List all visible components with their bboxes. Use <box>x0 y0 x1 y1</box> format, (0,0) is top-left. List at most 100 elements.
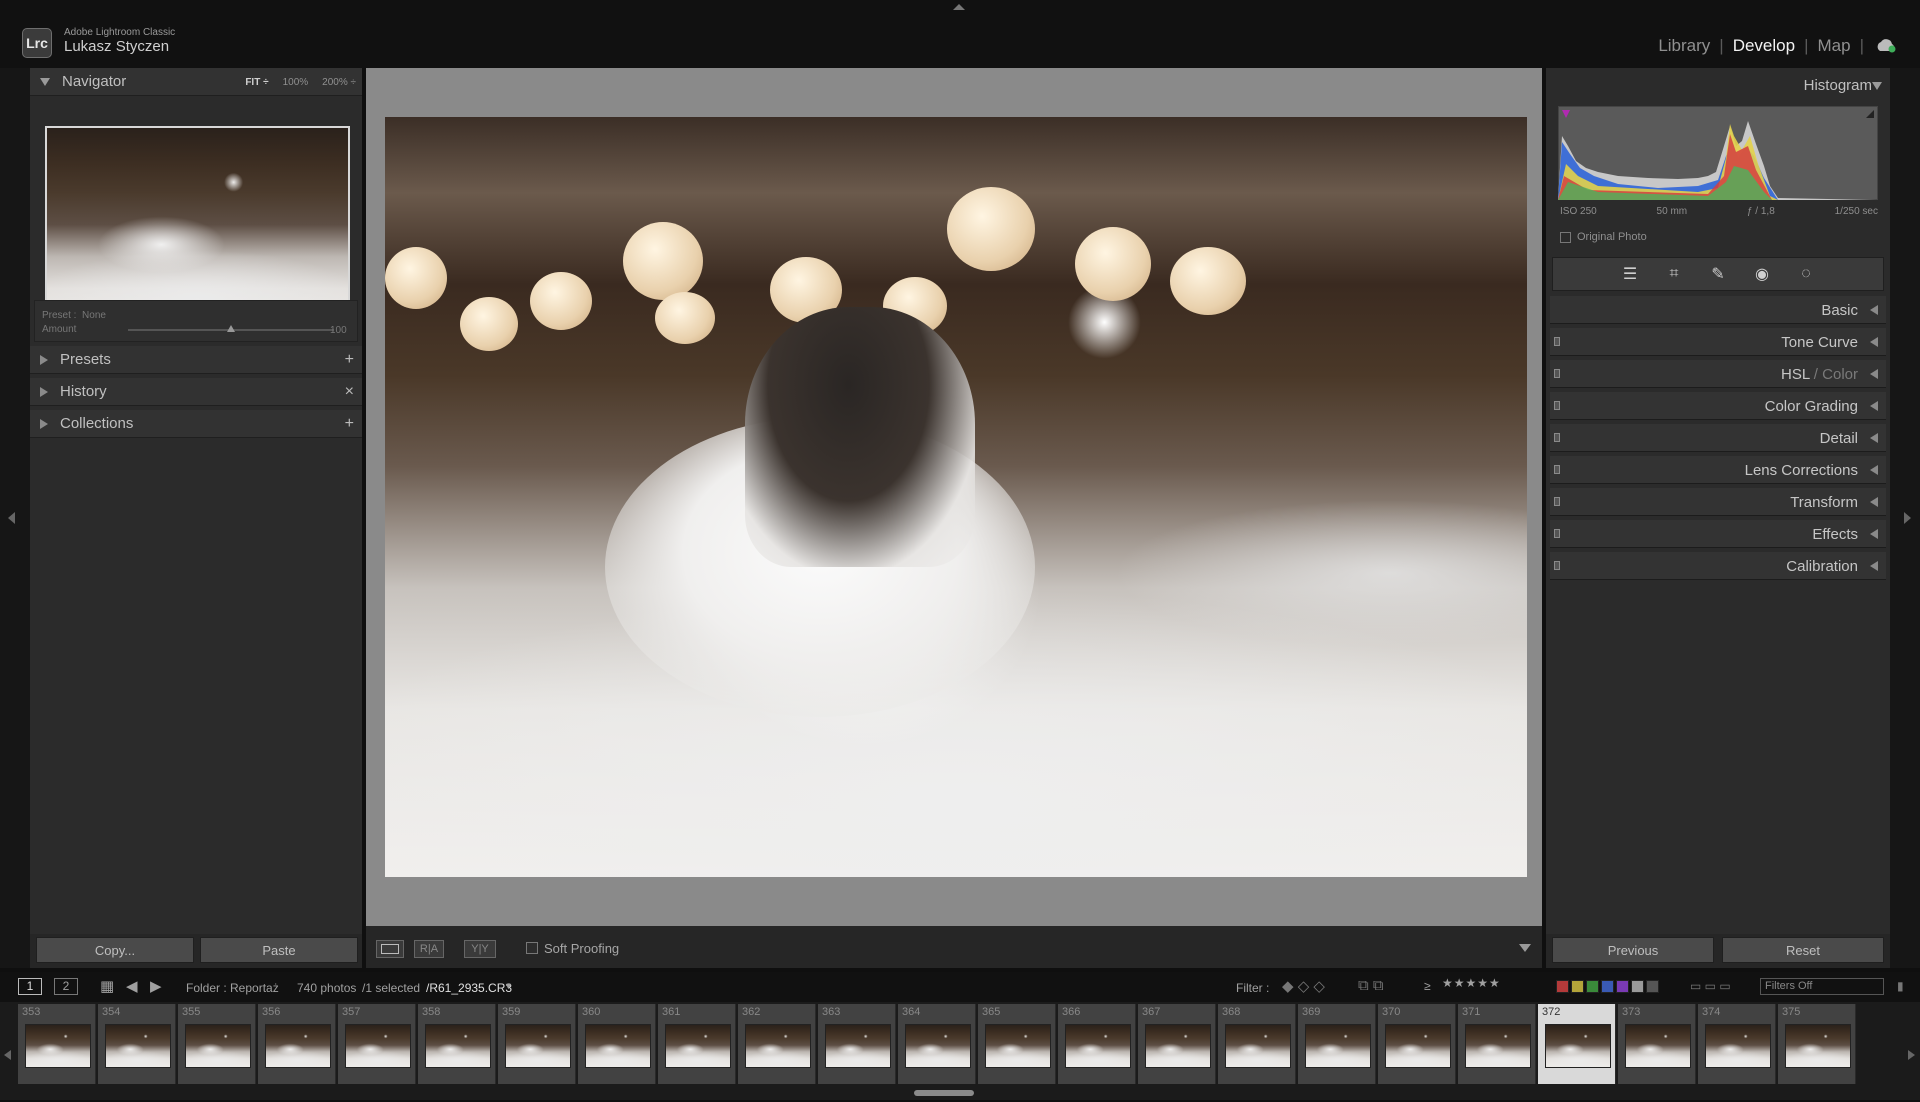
loupe-view-button[interactable] <box>376 940 404 958</box>
history-header[interactable]: History × <box>30 378 362 406</box>
red-eye-icon[interactable]: ◉ <box>1752 264 1772 284</box>
section-detail[interactable]: Detail <box>1550 424 1886 452</box>
sliders-icon[interactable]: ☰ <box>1620 264 1640 284</box>
crop-icon[interactable]: ⌗ <box>1664 264 1684 284</box>
current-file-name[interactable]: /R61_2935.CR3 <box>426 981 512 995</box>
filters-off-select[interactable]: Filters Off <box>1760 978 1884 995</box>
edit-filter-icons[interactable]: ⧉ ⧉ <box>1358 977 1384 994</box>
filmstrip-scroll-right-icon[interactable] <box>1908 1050 1915 1060</box>
before-after-button[interactable]: R|A <box>414 940 444 958</box>
zoom-100[interactable]: 100% <box>283 77 309 88</box>
filmstrip-cell[interactable]: 366 <box>1058 1004 1136 1084</box>
filmstrip-cell[interactable]: 370 <box>1378 1004 1456 1084</box>
histogram-collapse-icon[interactable] <box>1872 82 1882 90</box>
toolbar-menu-icon[interactable] <box>1519 944 1531 952</box>
section-lens-corrections[interactable]: Lens Corrections <box>1550 456 1886 484</box>
before-after-split-button[interactable]: Y|Y <box>464 940 496 958</box>
zoom-fit[interactable]: FIT ÷ <box>245 77 268 88</box>
filmstrip-scroll-left-icon[interactable] <box>4 1050 11 1060</box>
section-tone-curve[interactable]: Tone Curve <box>1550 328 1886 356</box>
original-photo-checkbox[interactable] <box>1560 232 1571 243</box>
presets-header[interactable]: Presets + <box>30 346 362 374</box>
rating-operator[interactable]: ≥ <box>1424 979 1431 993</box>
filmstrip-cell[interactable]: 357 <box>338 1004 416 1084</box>
filter-lock-icon[interactable]: ▮ <box>1897 979 1904 993</box>
filmstrip-cell[interactable]: 356 <box>258 1004 336 1084</box>
custom-filter-icons[interactable]: ▭ ▭ ▭ <box>1690 979 1731 993</box>
filmstrip-cell[interactable]: 362 <box>738 1004 816 1084</box>
collapse-right-panel-icon[interactable] <box>1904 512 1911 524</box>
section-effects[interactable]: Effects <box>1550 520 1886 548</box>
section-color-grading[interactable]: Color Grading <box>1550 392 1886 420</box>
filmstrip-cell[interactable]: 361 <box>658 1004 736 1084</box>
panel-switch-icon[interactable] <box>1554 337 1560 346</box>
forward-arrow-icon[interactable]: ▶ <box>150 977 162 995</box>
add-collection-icon[interactable]: + <box>345 415 354 433</box>
filmstrip-cell[interactable]: 368 <box>1218 1004 1296 1084</box>
filmstrip-cell[interactable]: 364 <box>898 1004 976 1084</box>
healing-bandage-icon[interactable]: ✎ <box>1708 264 1728 284</box>
color-label-swatch[interactable] <box>1571 980 1584 993</box>
filmstrip-cell[interactable]: 354 <box>98 1004 176 1084</box>
section-color-label[interactable]: / Color <box>1810 366 1858 383</box>
filmstrip-cell[interactable]: 360 <box>578 1004 656 1084</box>
panel-switch-icon[interactable] <box>1554 561 1560 570</box>
filmstrip-cell[interactable]: 371 <box>1458 1004 1536 1084</box>
shadow-clipping-icon[interactable] <box>1562 110 1570 118</box>
rating-filter-stars[interactable]: ★★★★★ <box>1442 976 1501 990</box>
panel-switch-icon[interactable] <box>1554 433 1560 442</box>
reset-button[interactable]: Reset <box>1722 937 1884 963</box>
filmstrip-cell[interactable]: 372 <box>1538 1004 1616 1084</box>
section-basic[interactable]: Basic <box>1550 296 1886 324</box>
clear-history-icon[interactable]: × <box>345 383 354 401</box>
panel-switch-icon[interactable] <box>1554 497 1560 506</box>
highlight-clipping-icon[interactable] <box>1866 110 1874 118</box>
panel-switch-icon[interactable] <box>1554 529 1560 538</box>
amount-slider-knob[interactable] <box>227 325 235 332</box>
filmstrip-cell[interactable]: 365 <box>978 1004 1056 1084</box>
filmstrip-cell[interactable]: 363 <box>818 1004 896 1084</box>
masking-icon[interactable]: ◌ <box>1796 264 1816 284</box>
filmstrip-cell[interactable]: 367 <box>1138 1004 1216 1084</box>
zoom-200[interactable]: 200% ÷ <box>322 77 356 88</box>
folder-source[interactable]: Folder : Reportaż <box>186 981 279 995</box>
module-map[interactable]: Map <box>1809 36 1860 56</box>
panel-switch-icon[interactable] <box>1554 369 1560 378</box>
paste-button[interactable]: Paste <box>200 937 358 963</box>
filmstrip-cell[interactable]: 355 <box>178 1004 256 1084</box>
filmstrip-cell[interactable]: 358 <box>418 1004 496 1084</box>
grid-view-icon[interactable]: ▦ <box>100 977 114 995</box>
collapse-left-panel-icon[interactable] <box>8 512 15 524</box>
collections-header[interactable]: Collections + <box>30 410 362 438</box>
main-photo[interactable] <box>385 117 1527 877</box>
previous-button[interactable]: Previous <box>1552 937 1714 963</box>
flag-filter-icons[interactable]: ◆ ◇ ◇ <box>1282 977 1325 995</box>
navigator-header[interactable]: Navigator FIT ÷ 100% 200% ÷ <box>30 68 362 96</box>
panel-switch-icon[interactable] <box>1554 465 1560 474</box>
file-menu-chevron-icon[interactable]: ▼ <box>504 981 513 991</box>
filmstrip-cell[interactable]: 373 <box>1618 1004 1696 1084</box>
copy-button[interactable]: Copy... <box>36 937 194 963</box>
filmstrip-cell[interactable]: 375 <box>1778 1004 1856 1084</box>
filmstrip-cell[interactable]: 369 <box>1298 1004 1376 1084</box>
filmstrip-cell[interactable]: 359 <box>498 1004 576 1084</box>
section-transform[interactable]: Transform <box>1550 488 1886 516</box>
section-hsl-color[interactable]: HSL / Color <box>1550 360 1886 388</box>
color-label-swatch[interactable] <box>1556 980 1569 993</box>
color-label-swatch[interactable] <box>1631 980 1644 993</box>
second-window-button[interactable]: 2 <box>54 978 78 995</box>
color-label-swatch[interactable] <box>1601 980 1614 993</box>
section-calibration[interactable]: Calibration <box>1550 552 1886 580</box>
module-develop[interactable]: Develop <box>1724 36 1804 56</box>
main-window-button[interactable]: 1 <box>18 978 42 995</box>
color-label-swatch[interactable] <box>1586 980 1599 993</box>
filmstrip-cell[interactable]: 353 <box>18 1004 96 1084</box>
panel-switch-icon[interactable] <box>1554 401 1560 410</box>
filmstrip-scrollbar[interactable] <box>914 1090 974 1096</box>
color-label-swatch[interactable] <box>1646 980 1659 993</box>
add-preset-icon[interactable]: + <box>345 351 354 369</box>
cloud-sync-icon[interactable] <box>1874 36 1898 54</box>
filmstrip-cell[interactable]: 374 <box>1698 1004 1776 1084</box>
collapse-top-panel-icon[interactable] <box>953 4 965 10</box>
back-arrow-icon[interactable]: ◀ <box>126 977 138 995</box>
